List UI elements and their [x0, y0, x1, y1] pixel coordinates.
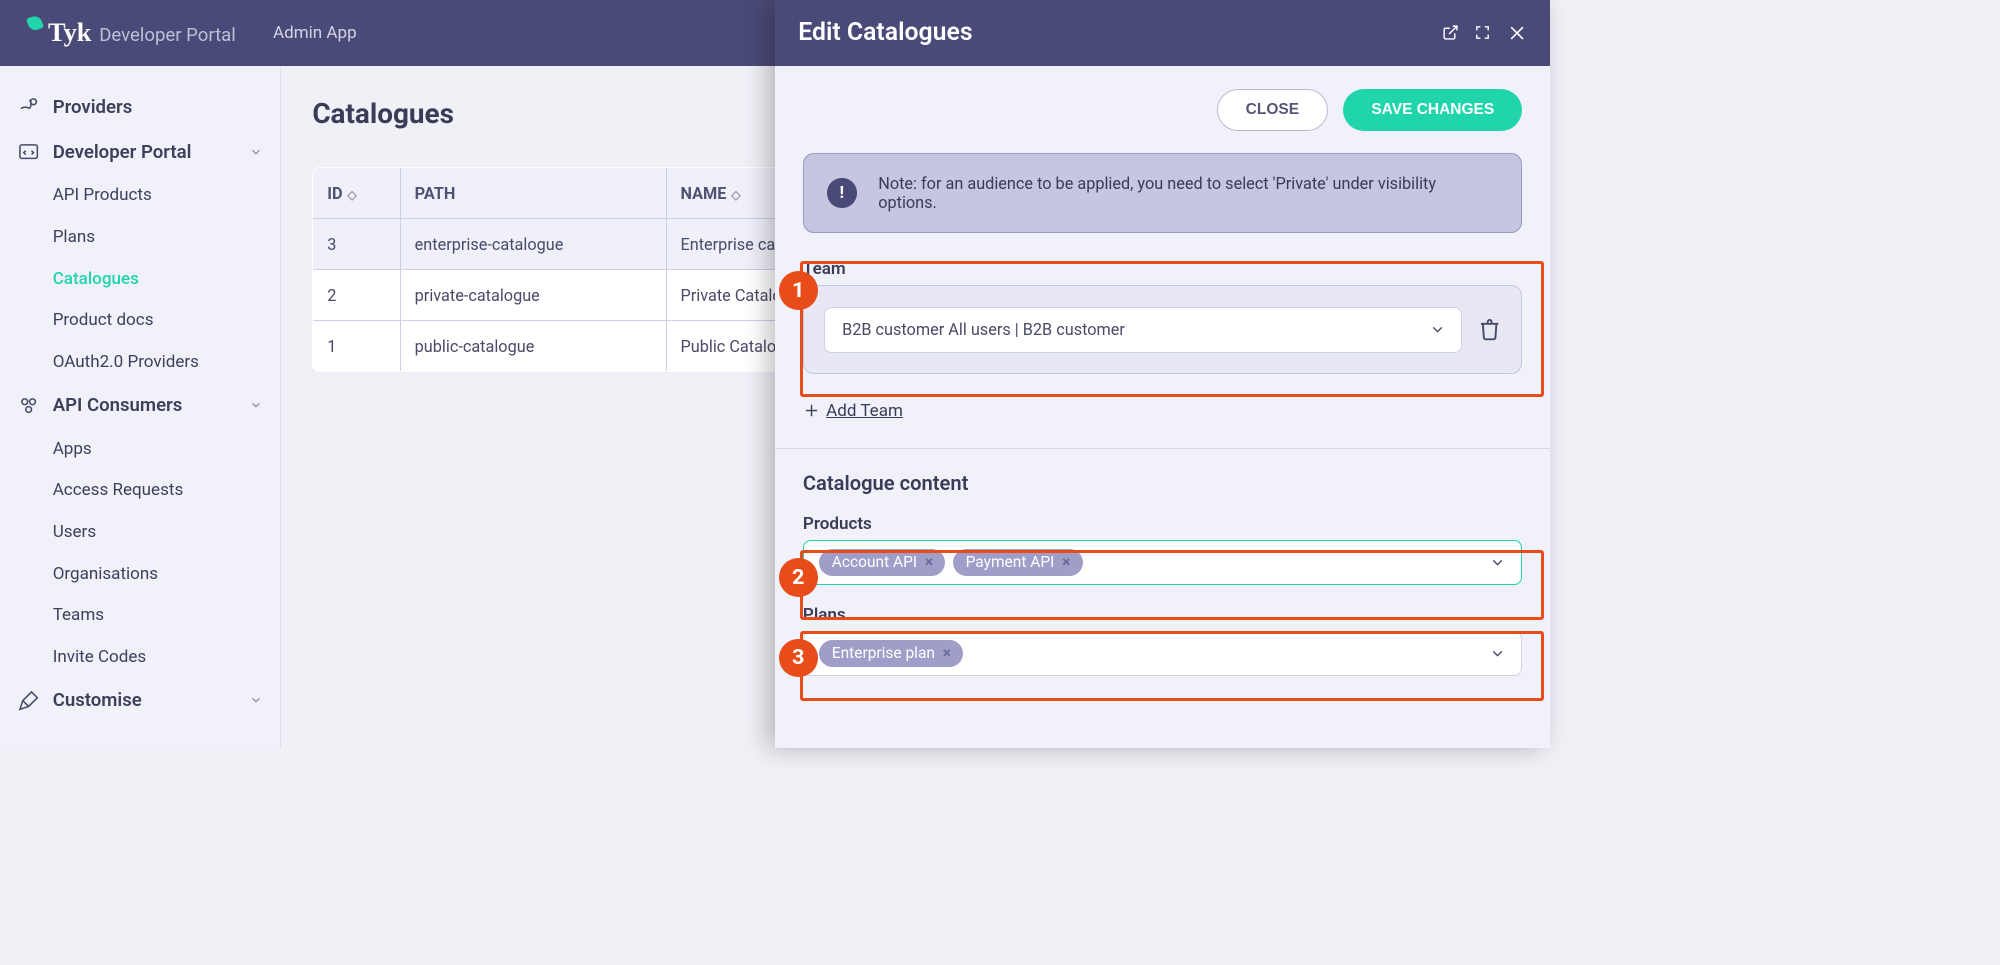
- chevron-down-icon: [1489, 554, 1506, 571]
- cell-path: private-catalogue: [400, 270, 666, 321]
- sidebar-group-dev-portal[interactable]: Developer Portal: [0, 129, 280, 174]
- admin-app-label: Admin App: [273, 23, 357, 43]
- sidebar-group-label: Customise: [53, 689, 142, 711]
- open-new-icon[interactable]: [1442, 24, 1459, 41]
- chevron-down-icon: [1429, 321, 1446, 338]
- brand-logo[interactable]: Tyk Developer Portal: [28, 18, 236, 48]
- chevron-down-icon: [249, 693, 263, 707]
- remove-chip-icon[interactable]: ×: [925, 553, 933, 571]
- step-marker-3: 3: [779, 639, 818, 678]
- sidebar-group-label: Providers: [53, 96, 133, 118]
- expand-icon[interactable]: [1474, 24, 1491, 41]
- panel-body: CLOSE SAVE CHANGES ! Note: for an audien…: [775, 66, 1550, 748]
- sidebar-group-customise[interactable]: Customise: [0, 678, 280, 723]
- products-multiselect[interactable]: Account API × Payment API ×: [803, 540, 1522, 585]
- chevron-down-icon: [249, 398, 263, 412]
- consumers-icon: [17, 394, 40, 417]
- chip-label: Enterprise plan: [832, 644, 935, 662]
- cell-path: public-catalogue: [400, 321, 666, 372]
- code-window-icon: [17, 140, 40, 163]
- col-id[interactable]: ID◇: [313, 168, 400, 219]
- step-marker-1: 1: [779, 271, 818, 310]
- sidebar-item-plans[interactable]: Plans: [0, 216, 280, 258]
- product-chip: Payment API ×: [953, 549, 1083, 576]
- catalogue-content-heading: Catalogue content: [803, 471, 1522, 495]
- panel-title: Edit Catalogues: [798, 18, 972, 47]
- cell-id: 3: [313, 219, 400, 270]
- sidebar-item-oauth-providers[interactable]: OAuth2.0 Providers: [0, 341, 280, 383]
- sidebar-item-catalogues[interactable]: Catalogues: [0, 258, 280, 300]
- products-field: Products Account API × Payment API ×: [803, 514, 1522, 585]
- remove-chip-icon[interactable]: ×: [943, 644, 951, 662]
- brand-portal: Developer Portal: [99, 24, 236, 46]
- close-icon[interactable]: [1507, 23, 1527, 43]
- cell-id: 1: [313, 321, 400, 372]
- sidebar-item-apps[interactable]: Apps: [0, 428, 280, 470]
- plans-multiselect[interactable]: Enterprise plan ×: [803, 631, 1522, 676]
- sidebar-group-label: API Consumers: [53, 394, 183, 416]
- add-team-button[interactable]: Add Team: [803, 401, 903, 421]
- sort-icon: ◇: [731, 187, 741, 203]
- products-label: Products: [803, 514, 1522, 534]
- add-team-label: Add Team: [826, 401, 903, 421]
- plan-chip: Enterprise plan ×: [819, 640, 963, 667]
- sidebar-item-organisations[interactable]: Organisations: [0, 553, 280, 595]
- sort-icon: ◇: [347, 187, 357, 203]
- chip-label: Payment API: [966, 553, 1055, 571]
- providers-icon: [17, 95, 40, 118]
- sidebar-item-teams[interactable]: Teams: [0, 594, 280, 636]
- plans-field: Plans Enterprise plan ×: [803, 605, 1522, 676]
- plus-icon: [803, 402, 820, 419]
- sidebar-group-providers[interactable]: Providers: [0, 84, 280, 129]
- note-text: Note: for an audience to be applied, you…: [878, 174, 1498, 212]
- team-label: Team: [803, 259, 1522, 279]
- sidebar-item-api-products[interactable]: API Products: [0, 174, 280, 216]
- audience-note: ! Note: for an audience to be applied, y…: [803, 153, 1522, 233]
- panel-header: Edit Catalogues: [775, 0, 1550, 66]
- chevron-down-icon: [1489, 645, 1506, 662]
- team-card: B2B customer All users | B2B customer: [803, 285, 1522, 374]
- sidebar-item-access-requests[interactable]: Access Requests: [0, 469, 280, 511]
- leaf-icon: [26, 14, 44, 32]
- remove-chip-icon[interactable]: ×: [1062, 553, 1070, 571]
- sidebar-item-invite-codes[interactable]: Invite Codes: [0, 636, 280, 678]
- divider: [775, 448, 1550, 449]
- sidebar-item-product-docs[interactable]: Product docs: [0, 299, 280, 341]
- product-chip: Account API ×: [819, 549, 945, 576]
- col-path[interactable]: PATH: [400, 168, 666, 219]
- cell-path: enterprise-catalogue: [400, 219, 666, 270]
- step-marker-2: 2: [779, 558, 818, 597]
- chip-label: Account API: [832, 553, 917, 571]
- info-icon: !: [827, 178, 856, 207]
- sidebar-group-label: Developer Portal: [53, 141, 192, 163]
- team-select[interactable]: B2B customer All users | B2B customer: [824, 307, 1462, 354]
- chevron-down-icon: [249, 145, 263, 159]
- brush-icon: [17, 689, 40, 712]
- edit-catalogue-panel: Edit Catalogues CLOSE SAVE CHANGES ! Not…: [775, 0, 1550, 748]
- sidebar-group-api-consumers[interactable]: API Consumers: [0, 383, 280, 428]
- save-button[interactable]: SAVE CHANGES: [1343, 89, 1522, 131]
- brand-name: Tyk: [48, 18, 91, 48]
- sidebar-item-users[interactable]: Users: [0, 511, 280, 553]
- team-selected-value: B2B customer All users | B2B customer: [842, 320, 1125, 339]
- plans-label: Plans: [803, 605, 1522, 625]
- delete-team-icon[interactable]: [1478, 318, 1501, 341]
- cell-id: 2: [313, 270, 400, 321]
- sidebar: Providers Developer Portal API Products …: [0, 66, 281, 748]
- panel-actions: CLOSE SAVE CHANGES: [803, 89, 1522, 131]
- close-button[interactable]: CLOSE: [1217, 89, 1328, 131]
